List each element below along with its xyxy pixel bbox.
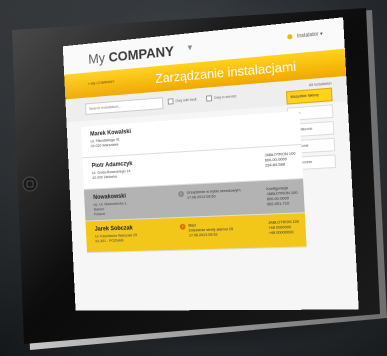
filter-fault-label: Only with fault <box>175 97 197 103</box>
tablet-screen: My COMPANY ▼ Instalator ▾ « My COMPANY Z… <box>62 17 359 311</box>
status-note-text: Urządzenie w trybie serwisowym 17.06.201… <box>186 188 241 200</box>
info-icon: i <box>178 190 185 198</box>
installation-name: Jarek Sobczak <box>94 225 133 233</box>
sidebar-item-all[interactable]: Wszystkie faktury <box>285 87 333 105</box>
user-label: Instalator <box>296 31 319 40</box>
search-input[interactable]: Search installation... <box>85 97 164 115</box>
brand-logo[interactable]: My COMPANY <box>88 43 174 67</box>
installation-address: ep. Ul. Madowiecka 1, Babice Poland <box>93 201 128 217</box>
checkbox-icon <box>167 98 174 105</box>
breadcrumb[interactable]: « My COMPANY <box>88 79 115 86</box>
filter-service-label: Only in service <box>213 94 237 100</box>
installation-address: Ul. Piłsudskiego 41 02-020 Warszawa <box>90 137 120 149</box>
installation-name: Marek Kowalski <box>90 129 132 138</box>
alert-note-text: Błąd Zniesienie strefy alarmu 15 17.06.2… <box>188 223 234 238</box>
alert-note: ! Błąd Zniesienie strefy alarmu 15 17.06.… <box>179 222 234 239</box>
installation-device: JABŁOTRON 100 600-00-0000 234-80-588 <box>264 151 296 168</box>
home-button <box>22 176 38 192</box>
brand-light: My <box>87 49 106 67</box>
chevron-down-icon[interactable]: ▼ <box>186 43 194 53</box>
list-item[interactable]: Jarek Sobczak Ul. Kasztanów Warszaw 25 6… <box>85 213 307 254</box>
installation-name: Nowakowski <box>93 193 127 201</box>
installation-device: JABŁOTRON 100 +48 0000000 +48 00000000 <box>267 219 300 236</box>
filter-service-checkbox[interactable]: Only in service <box>205 93 237 102</box>
user-icon <box>287 34 293 40</box>
brand-bold: COMPANY <box>108 42 175 65</box>
installation-device: Konfiguracja JABŁOTRON 100 600-00-0000 6… <box>266 186 298 207</box>
installation-list: Marek Kowalski Ul. Piłsudskiego 41 02-02… <box>80 110 307 254</box>
warning-icon: ! <box>179 223 186 230</box>
filter-fault-checkbox[interactable]: Only with fault <box>167 96 197 105</box>
installation-address: Ul. Grota-Roweckiego 14 42-200 Zielonka <box>91 169 131 180</box>
installation-name: Piotr Adamczyk <box>91 161 133 170</box>
status-note: i Urządzenie w trybie serwisowym 17.06.20… <box>178 188 241 201</box>
checkbox-icon <box>205 95 213 102</box>
user-menu[interactable]: Instalator ▾ <box>287 31 323 41</box>
installation-address: Ul. Kasztanów Warszaw 25 61-301 - POZNAŃ <box>95 233 138 244</box>
